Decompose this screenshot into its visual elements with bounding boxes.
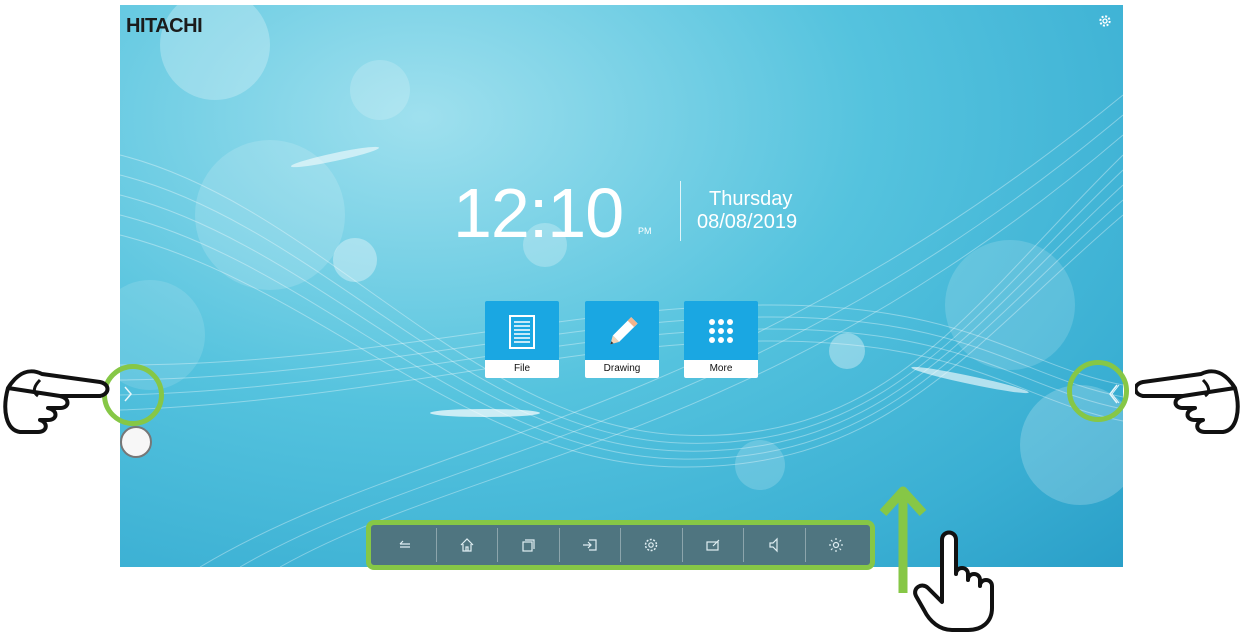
document-icon [509,315,535,349]
recent-apps-icon [522,539,535,552]
home-icon [460,538,474,552]
pencil-icon [610,317,638,345]
chevron-left-icon[interactable] [1106,383,1120,405]
hitachi-logo: HITACHI [126,15,203,37]
back-button[interactable] [375,528,437,562]
desktop-screen: HITACHI 12:10 PM Thursday 08/08/2019 Fil… [120,5,1123,567]
taskbar-highlight [366,520,875,570]
volume-button[interactable] [744,528,806,562]
back-icon [399,540,411,548]
file-app-tile[interactable]: File [485,301,559,378]
annotate-button[interactable] [683,528,744,562]
home-button[interactable] [437,528,498,562]
pointing-hand-up-icon [913,530,994,632]
more-app-tile[interactable]: More [684,301,758,378]
brightness-button[interactable] [806,528,867,562]
annotate-icon [706,539,720,551]
input-source-icon [582,539,597,551]
pointing-hand-left-icon [1135,369,1240,434]
settings-gear-icon[interactable] [1097,13,1113,29]
background-waves [120,5,1123,567]
drawing-app-label: Drawing [585,360,659,378]
clock-divider [680,181,681,241]
floating-menu-button[interactable] [120,426,152,458]
settings-icon [645,538,658,552]
clock-time: 12:10 [453,174,624,252]
more-app-label: More [684,360,758,378]
chevron-right-icon[interactable] [122,385,134,403]
grid-icon [709,319,733,343]
clock-ampm: PM [638,226,652,236]
settings-button[interactable] [621,528,683,562]
pointing-hand-right-icon [3,369,110,434]
volume-icon [769,537,778,553]
file-app-label: File [485,360,559,378]
recent-apps-button[interactable] [498,528,560,562]
input-source-button[interactable] [560,528,621,562]
drawing-app-tile[interactable]: Drawing [585,301,659,378]
bottom-toolbar [375,528,866,562]
brightness-icon [828,538,843,552]
clock-date: 08/08/2019 [697,211,798,233]
clock-day: Thursday [709,188,793,210]
